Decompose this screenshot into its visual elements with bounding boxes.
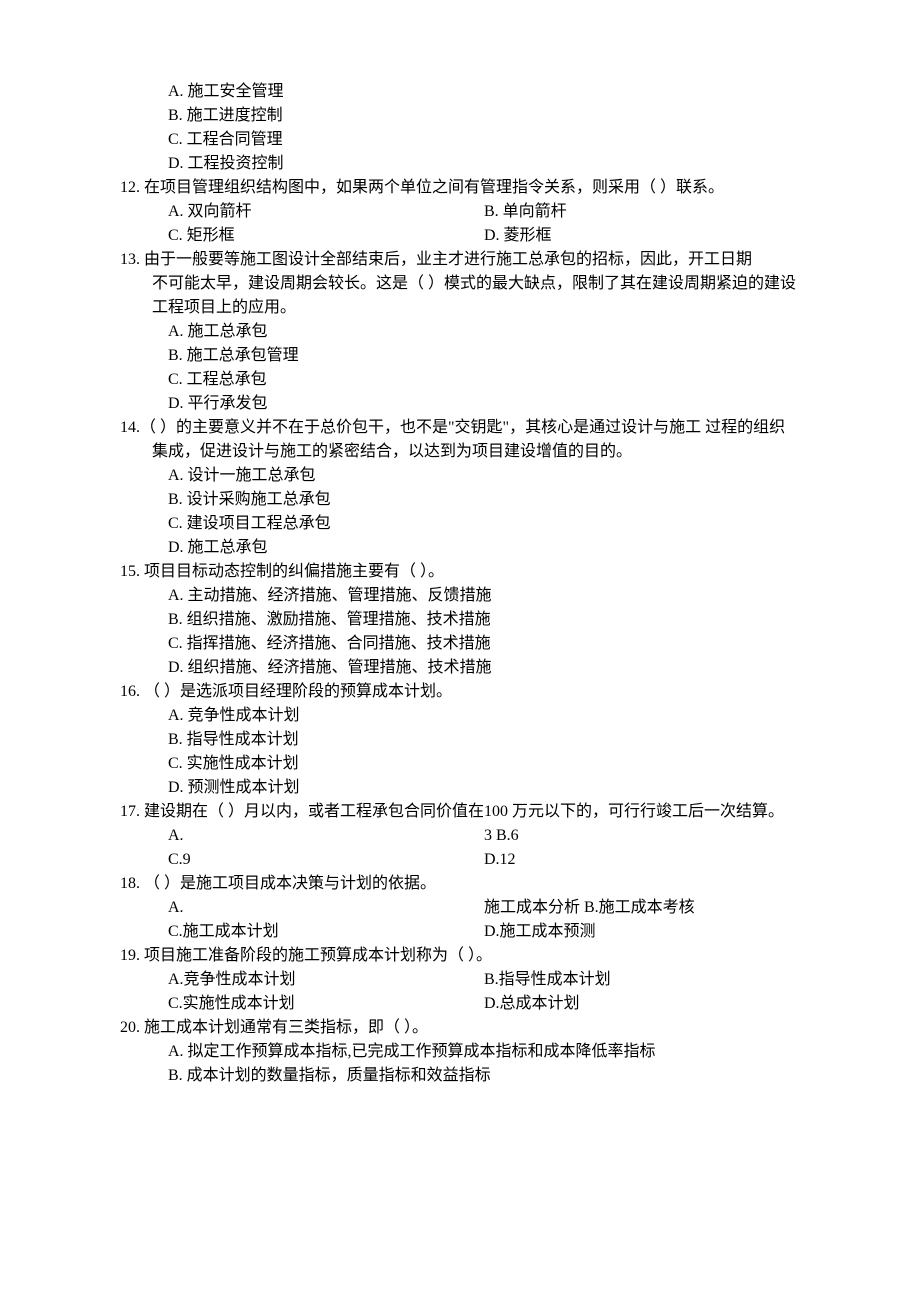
q17-option-ab: 3 B.6 [484, 824, 800, 848]
q14-option-c: C. 建设项目工程总承包 [168, 512, 800, 536]
q17-option-a: A. [168, 824, 484, 848]
q18-option-ab: 施工成本分析 B.施工成本考核 [484, 896, 800, 920]
q18-stem: 18. （ ）是施工项目成本决策与计划的依据。 [120, 872, 800, 896]
q13-option-c: C. 工程总承包 [168, 368, 800, 392]
q16-option-d: D. 预测性成本计划 [168, 776, 800, 800]
q18-option-c: C.施工成本计划 [168, 920, 484, 944]
q19-option-c: C.实施性成本计划 [168, 992, 484, 1016]
q12-option-c: C. 矩形框 [168, 224, 484, 248]
q20-option-a: A. 拟定工作预算成本指标,已完成工作预算成本指标和成本降低率指标 [168, 1040, 800, 1064]
q16-option-a: A. 竞争性成本计划 [168, 704, 800, 728]
q15-option-a: A. 主动措施、经济措施、管理措施、反馈措施 [168, 584, 800, 608]
q13-option-b: B. 施工总承包管理 [168, 344, 800, 368]
q18-option-a: A. [168, 896, 484, 920]
q16-stem: 16. （ ）是选派项目经理阶段的预算成本计划。 [120, 680, 800, 704]
q11-option-a: A. 施工安全管理 [168, 80, 800, 104]
q16-option-c: C. 实施性成本计划 [168, 752, 800, 776]
q11-option-c: C. 工程合同管理 [168, 128, 800, 152]
q15-option-b: B. 组织措施、激励措施、管理措施、技术措施 [168, 608, 800, 632]
q14-stem: 14.（ ）的主要意义并不在于总价包干，也不是"交钥匙"，其核心是通过设计与施工… [120, 416, 800, 464]
q13-option-a: A. 施工总承包 [168, 320, 800, 344]
q11-option-b: B. 施工进度控制 [168, 104, 800, 128]
q12-option-d: D. 菱形框 [484, 224, 800, 248]
q13-stem-1: 13. 由于一般要等施工图设计全部结束后，业主才进行施工总承包的招标，因此，开工… [120, 248, 800, 272]
q12-option-b: B. 单向箭杆 [484, 200, 800, 224]
q19-option-d: D.总成本计划 [484, 992, 800, 1016]
q16-option-b: B. 指导性成本计划 [168, 728, 800, 752]
q15-stem: 15. 项目目标动态控制的纠偏措施主要有（ ）。 [120, 560, 800, 584]
q15-option-c: C. 指挥措施、经济措施、合同措施、技术措施 [168, 632, 800, 656]
q14-option-b: B. 设计采购施工总承包 [168, 488, 800, 512]
q17-option-d: D.12 [484, 848, 800, 872]
q18-option-d: D.施工成本预测 [484, 920, 800, 944]
q19-option-a: A.竞争性成本计划 [168, 968, 484, 992]
q14-option-d: D. 施工总承包 [168, 536, 800, 560]
q17-stem: 17. 建设期在（ ）月以内，或者工程承包合同价值在100 万元以下的，可行行竣… [120, 800, 800, 824]
q15-option-d: D. 组织措施、经济措施、管理措施、技术措施 [168, 656, 800, 680]
q12-option-a: A. 双向箭杆 [168, 200, 484, 224]
q13-option-d: D. 平行承发包 [168, 392, 800, 416]
q13-stem-2: 不可能太早，建设周期会较长。这是（ ）模式的最大缺点，限制了其在建设周期紧迫的建… [152, 272, 800, 320]
q12-stem: 12. 在项目管理组织结构图中，如果两个单位之间有管理指令关系，则采用（ ）联系… [120, 176, 800, 200]
q14-option-a: A. 设计一施工总承包 [168, 464, 800, 488]
q19-option-b: B.指导性成本计划 [484, 968, 800, 992]
exam-content: A. 施工安全管理 B. 施工进度控制 C. 工程合同管理 D. 工程投资控制 … [120, 80, 800, 1088]
q11-option-d: D. 工程投资控制 [168, 152, 800, 176]
q20-option-b: B. 成本计划的数量指标，质量指标和效益指标 [168, 1064, 800, 1088]
q17-option-c: C.9 [168, 848, 484, 872]
q19-stem: 19. 项目施工准备阶段的施工预算成本计划称为（ ）。 [120, 944, 800, 968]
q20-stem: 20. 施工成本计划通常有三类指标，即（ ）。 [120, 1016, 800, 1040]
